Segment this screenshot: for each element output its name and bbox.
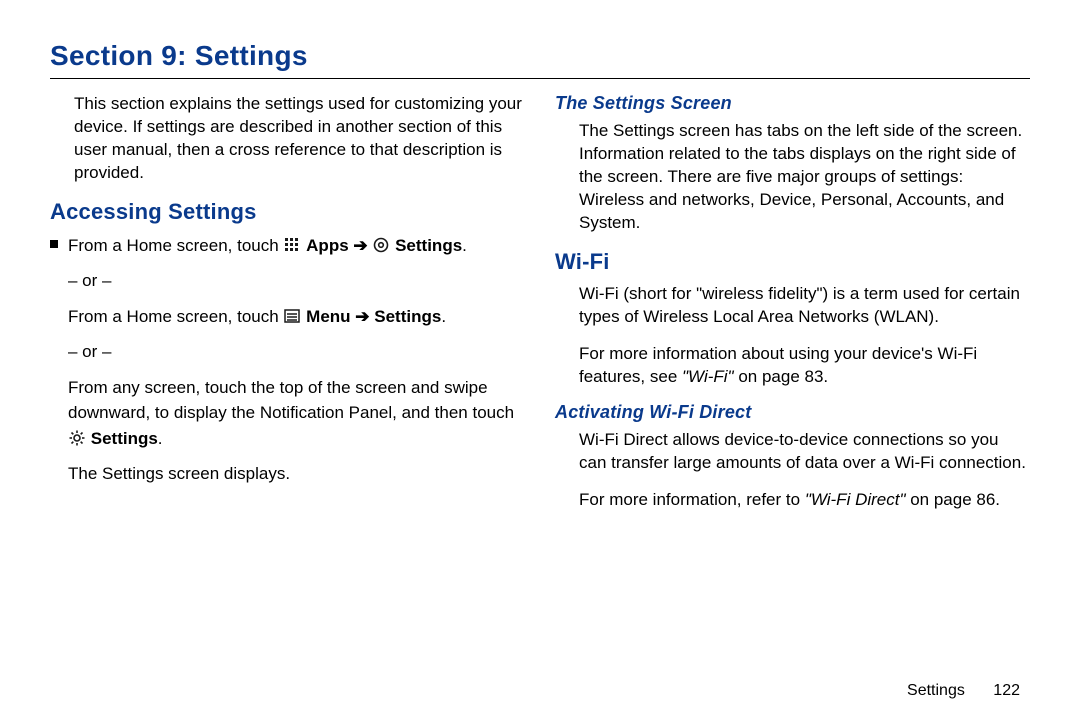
access-steps-body: From a Home screen, touch Apps ➔ Setting… <box>68 233 525 497</box>
wifi-heading: Wi-Fi <box>555 249 1030 275</box>
period: . <box>462 236 467 255</box>
footer-page-number: 122 <box>993 682 1020 699</box>
text-fragment: From any screen, touch the top of the sc… <box>68 378 514 423</box>
settings-displays-text: The Settings screen displays. <box>68 461 525 487</box>
square-bullet-icon <box>50 240 58 248</box>
text-fragment: on page 86. <box>906 490 1001 509</box>
left-column: This section explains the settings used … <box>50 93 525 526</box>
settings-label: Settings <box>395 236 462 255</box>
settings-label: Settings <box>91 429 158 448</box>
wifi-direct-reference: "Wi-Fi Direct" <box>805 490 906 509</box>
accessing-settings-heading: Accessing Settings <box>50 199 525 225</box>
wifi-direct-heading: Activating Wi-Fi Direct <box>555 402 1030 423</box>
wifi-reference: "Wi-Fi" <box>682 367 734 386</box>
footer-section: Settings <box>907 682 965 699</box>
settings-screen-heading: The Settings Screen <box>555 93 1030 114</box>
wifi-direct-text: Wi-Fi Direct allows device-to-device con… <box>555 429 1030 475</box>
text-fragment: From a Home screen, touch <box>68 307 283 326</box>
menu-icon <box>284 308 300 324</box>
text-fragment: For more information, refer to <box>579 490 805 509</box>
settings-ring-icon <box>373 237 389 253</box>
access-steps-bullet: From a Home screen, touch Apps ➔ Setting… <box>50 233 525 497</box>
wifi-direct-xref-text: For more information, refer to "Wi-Fi Di… <box>555 489 1030 512</box>
right-column: The Settings Screen The Settings screen … <box>555 93 1030 526</box>
arrow-icon: ➔ <box>355 307 374 326</box>
arrow-icon: ➔ <box>353 236 372 255</box>
two-column-layout: This section explains the settings used … <box>50 93 1030 526</box>
apps-label: Apps <box>306 236 349 255</box>
or-divider: – or – <box>68 339 525 365</box>
intro-text: This section explains the settings used … <box>50 93 525 185</box>
or-divider: – or – <box>68 268 525 294</box>
page-title: Section 9: Settings <box>50 40 1030 72</box>
period: . <box>441 307 446 326</box>
menu-label: Menu <box>306 307 350 326</box>
text-fragment: From a Home screen, touch <box>68 236 283 255</box>
wifi-xref-text: For more information about using your de… <box>555 343 1030 389</box>
settings-screen-text: The Settings screen has tabs on the left… <box>555 120 1030 235</box>
step-home-menu: From a Home screen, touch Menu ➔ Setting… <box>68 304 525 330</box>
period: . <box>158 429 163 448</box>
apps-grid-icon <box>284 237 300 253</box>
page-footer: Settings 122 <box>907 682 1020 700</box>
step-notification-panel: From any screen, touch the top of the sc… <box>68 375 525 452</box>
wifi-intro-text: Wi-Fi (short for "wireless fidelity") is… <box>555 283 1030 329</box>
text-fragment: on page 83. <box>734 367 829 386</box>
step-home-apps: From a Home screen, touch Apps ➔ Setting… <box>68 233 525 259</box>
title-rule <box>50 78 1030 79</box>
settings-label: Settings <box>374 307 441 326</box>
settings-gear-icon <box>69 430 85 446</box>
